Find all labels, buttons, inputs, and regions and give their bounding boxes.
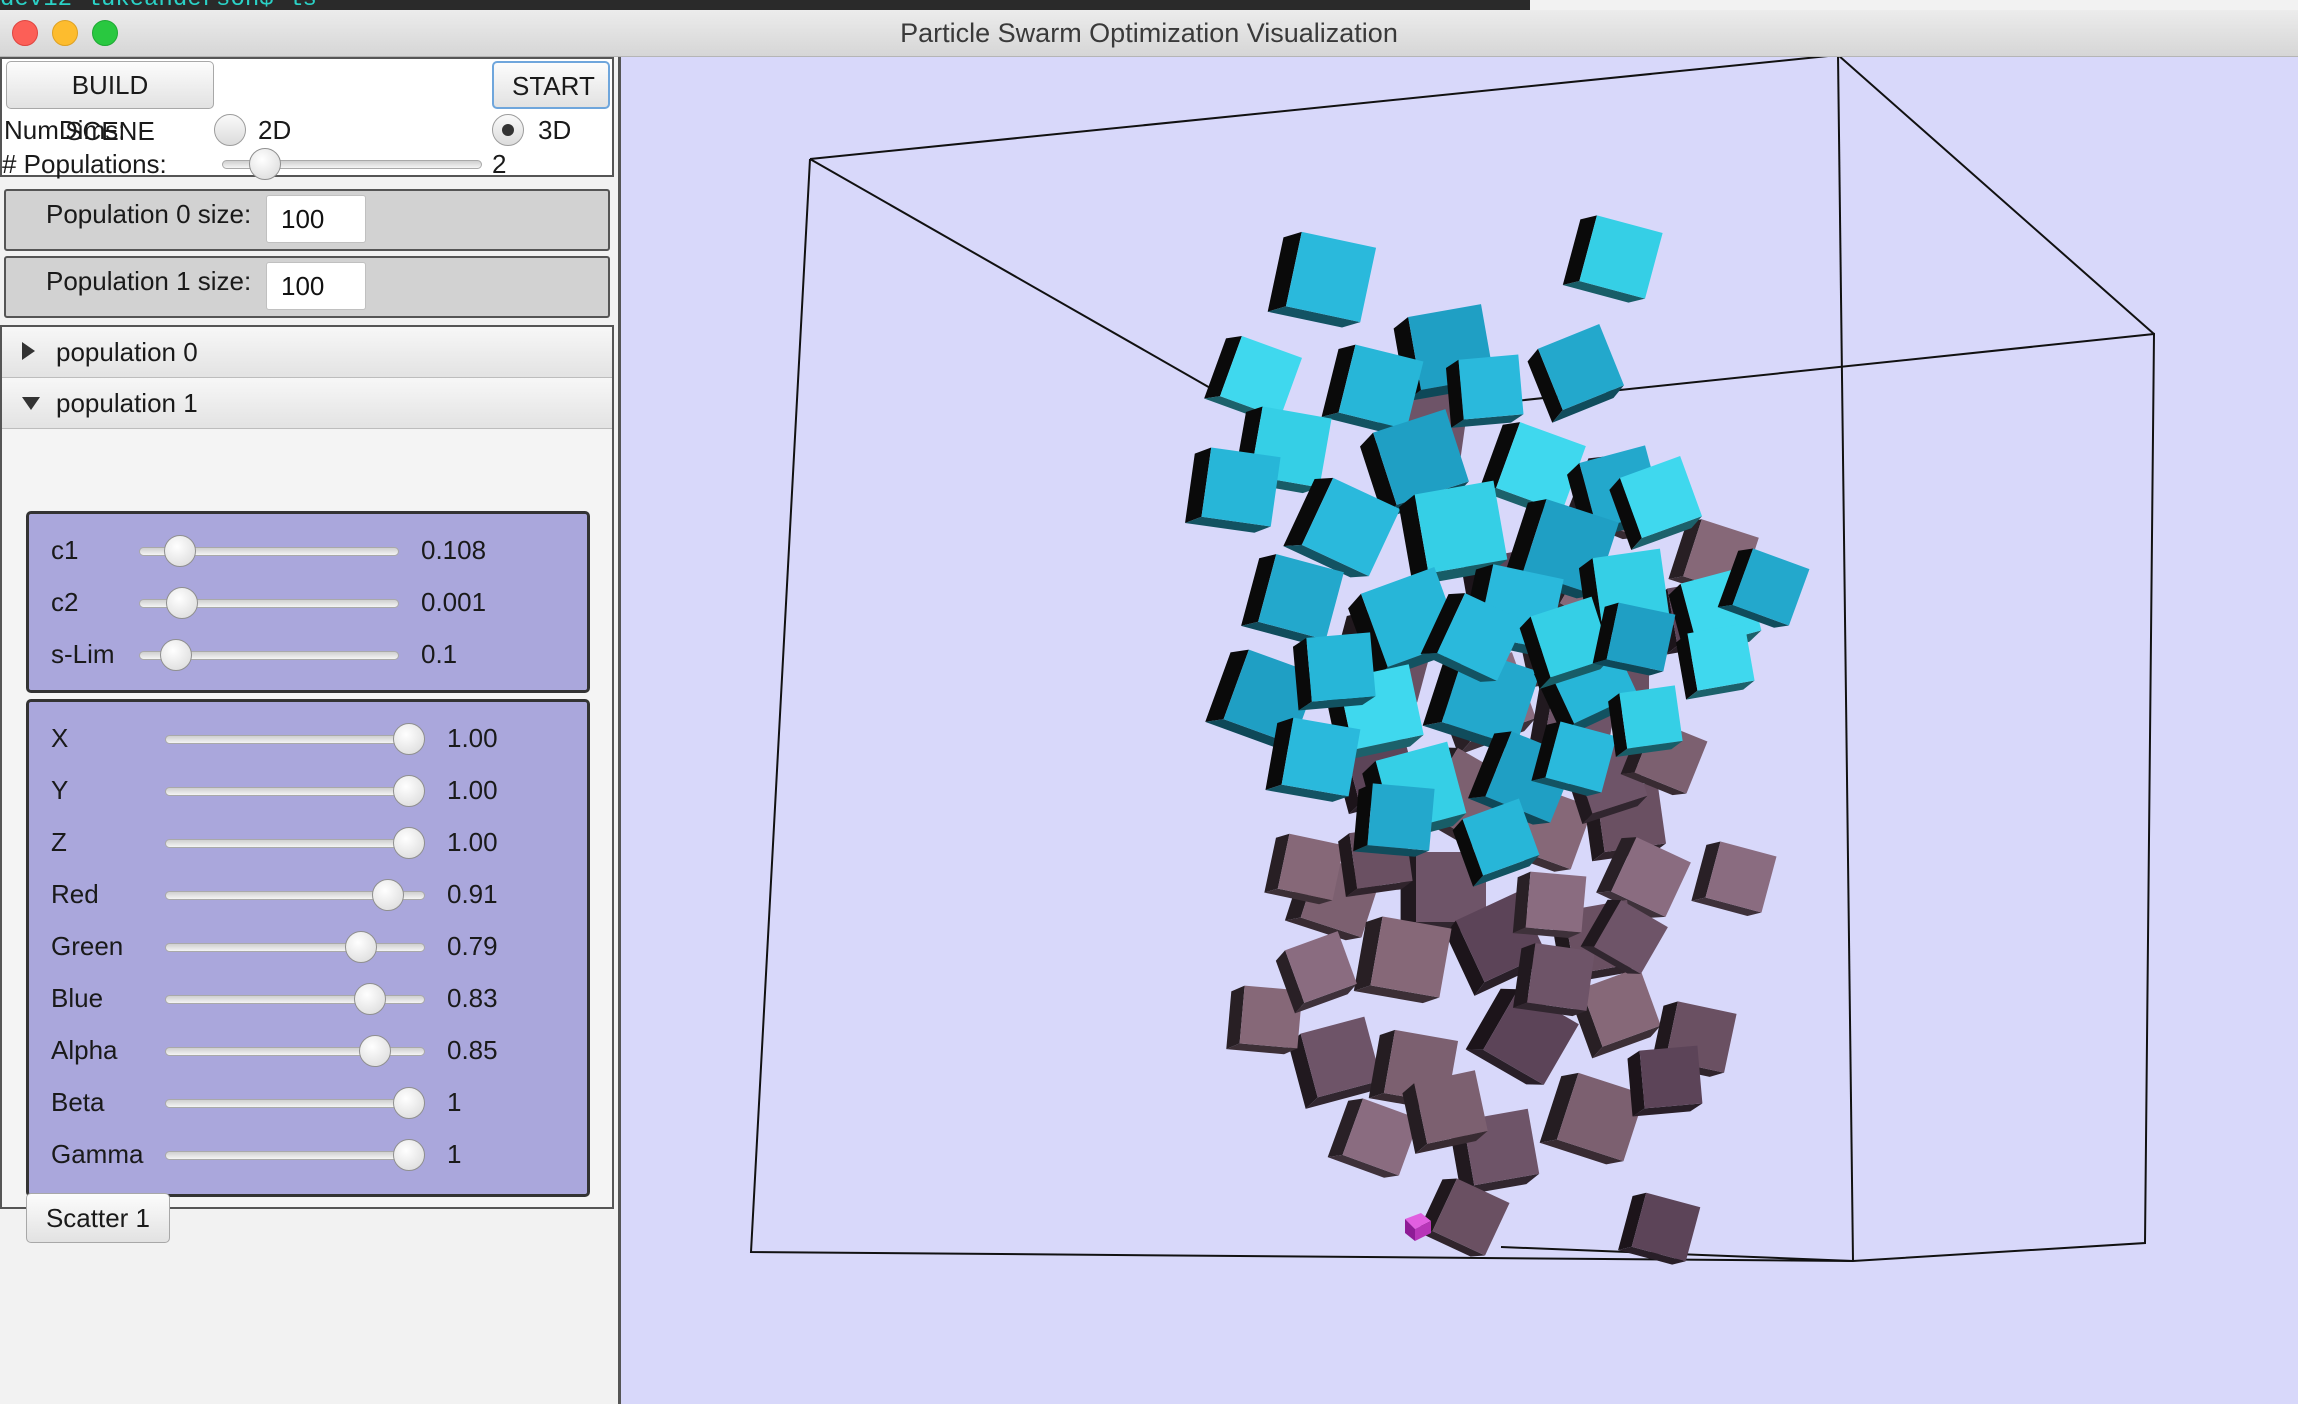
slider-label-alpha: Alpha (51, 1035, 118, 1065)
slider-value-blue: 0.83 (447, 983, 498, 1013)
populations-slider-thumb[interactable] (249, 148, 282, 180)
cyan-particle-35 (1353, 783, 1435, 857)
slider-value-red: 0.91 (447, 879, 498, 909)
chevron-right-icon (22, 342, 35, 360)
population-1-size-input[interactable]: 100 (266, 262, 366, 310)
box-edge-back-top (809, 57, 2155, 335)
mauve-particle-18 (1288, 1016, 1382, 1109)
build-scene-button[interactable]: BUILD SCENE (6, 61, 214, 146)
cyan-particle-5 (1527, 324, 1624, 423)
mauve-particle-35 (1512, 871, 1587, 938)
box-edge-diagonal (809, 158, 1227, 398)
mauve-particle-30 (1513, 943, 1595, 1017)
cyan-particle-25 (1265, 717, 1361, 802)
slider-label-beta: Beta (51, 1087, 105, 1117)
slider-track-green[interactable] (165, 943, 425, 952)
slider-label-x: X (51, 723, 69, 753)
slider-label-red: Red (51, 879, 99, 909)
radio-3d[interactable] (492, 114, 524, 146)
slider-track-x[interactable] (165, 735, 425, 744)
slider-value-s-lim: 0.1 (421, 639, 458, 669)
slider-label-green: Green (51, 931, 124, 961)
terminal-text: dev12 lukeanderson$ ls (0, 0, 317, 10)
slider-thumb-z[interactable] (393, 827, 425, 859)
scene-controls: BUILD SCENE START NumDims: 2D 3D # Popul… (0, 57, 614, 180)
window-titlebar: Particle Swarm Optimization Visualizatio… (0, 10, 2298, 57)
slider-value-beta: 1 (447, 1087, 462, 1117)
cyan-particle-34 (1676, 623, 1755, 700)
control-panel: BUILD SCENE START NumDims: 2D 3D # Popul… (0, 57, 618, 1404)
scatter-button[interactable]: Scatter 1 (26, 1193, 170, 1243)
slider-track-y[interactable] (165, 787, 425, 796)
slider-thumb-blue[interactable] (354, 983, 387, 1015)
slider-value-gamma: 1 (447, 1139, 462, 1169)
radio-3d-label: 3D (538, 115, 572, 145)
accordion-title-population-1: population 1 (56, 388, 198, 418)
slider-thumb-y[interactable] (393, 775, 425, 807)
start-button[interactable]: START (492, 61, 610, 109)
slider-track-beta[interactable] (165, 1099, 425, 1108)
terminal-strip: dev12 lukeanderson$ ls (0, 0, 1530, 10)
population-1-size-row: Population 1 size: 100 (4, 256, 610, 318)
populations-label: # Populations: (2, 149, 167, 179)
populations-value: 2 (492, 149, 507, 179)
mauve-particle-25 (1539, 1072, 1646, 1165)
slider-thumb-c2[interactable] (166, 587, 199, 619)
mauve-particle-32 (1618, 1192, 1701, 1265)
population-1-size-label: Population 1 size: (46, 266, 252, 296)
population-0-size-label: Population 0 size: (46, 199, 252, 229)
slider-track-z[interactable] (165, 839, 425, 848)
slider-value-c2: 0.001 (421, 587, 487, 617)
radio-2d[interactable] (214, 114, 246, 146)
populations-accordion: population 0 population 1 c1 0.108 c2 0.001… (0, 325, 614, 1243)
mauve-particle-17 (1691, 841, 1777, 916)
window-title: Particle Swarm Optimization Visualizatio… (900, 18, 1398, 48)
scene-canvas[interactable] (621, 57, 2298, 1404)
slider-track-blue[interactable] (165, 995, 425, 1004)
cyan-particle-38 (1608, 685, 1683, 757)
cyan-particle-1 (1267, 231, 1377, 328)
slider-thumb-red[interactable] (372, 879, 405, 911)
slider-label-c2: c2 (51, 587, 79, 617)
cyan-particle-30 (1292, 632, 1376, 711)
mauve-particle-26 (1627, 1045, 1703, 1117)
accordion-header-population-1[interactable]: population 1 (2, 378, 612, 429)
chevron-down-icon (22, 397, 40, 410)
population-0-size-input[interactable]: 100 (266, 195, 366, 243)
cyan-particle-2 (1562, 215, 1663, 303)
cyan-particle-7 (1445, 354, 1524, 428)
slider-value-y: 1.00 (447, 775, 498, 805)
mauve-particle-15 (1353, 916, 1452, 1004)
slider-value-z: 1.00 (447, 827, 498, 857)
slider-label-gamma: Gamma (51, 1139, 144, 1169)
population-0-size-row: Population 0 size: 100 (4, 189, 610, 251)
slider-label-y: Y (51, 775, 69, 805)
slider-thumb-beta[interactable] (393, 1087, 425, 1119)
mauve-particle-33 (1264, 833, 1345, 905)
slider-value-green: 0.79 (447, 931, 498, 961)
cyan-particle-12 (1185, 447, 1281, 533)
slider-thumb-s-lim[interactable] (159, 639, 192, 671)
radio-2d-label: 2D (258, 115, 292, 145)
appearance-params-box: X 1.00 Y 1.00 Z 1.00 Red 0.91 Green 0.79 Blue 0.83 A… (26, 699, 590, 1197)
slider-label-z: Z (51, 827, 67, 857)
swarm-params-box: c1 0.108 c2 0.001 s-Lim 0.1 (26, 511, 590, 693)
box-edge-vertical (1837, 57, 1854, 1262)
slider-thumb-c1[interactable] (164, 535, 197, 567)
slider-value-c1: 0.108 (421, 535, 487, 565)
slider-label-s-lim: s-Lim (51, 639, 115, 669)
num-dims-label: NumDims: (4, 115, 126, 145)
accordion-title-population-0: population 0 (56, 337, 198, 367)
slider-label-blue: Blue (51, 983, 104, 1013)
slider-track-gamma[interactable] (165, 1151, 425, 1160)
accordion-header-population-0[interactable]: population 0 (2, 327, 612, 378)
slider-thumb-gamma[interactable] (393, 1139, 425, 1171)
slider-value-x: 1.00 (447, 723, 498, 753)
scene-viewport[interactable] (618, 57, 2298, 1404)
slider-thumb-x[interactable] (393, 723, 425, 755)
slider-label-c1: c1 (51, 535, 79, 565)
slider-thumb-alpha[interactable] (358, 1035, 391, 1067)
slider-thumb-green[interactable] (345, 931, 378, 963)
slider-value-alpha: 0.85 (447, 1035, 498, 1065)
